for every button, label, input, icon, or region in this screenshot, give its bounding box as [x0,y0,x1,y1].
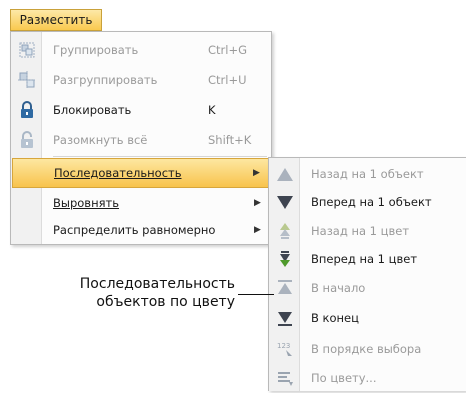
shortcut-label: Shift+K [208,133,252,147]
move-back-one-color-icon [270,216,300,246]
shortcut-label: Ctrl+G [208,43,248,57]
align-icon-slot [12,188,42,218]
arrange-menu-button[interactable]: Разместить [10,9,102,31]
submenu-item-label: В начало [311,281,366,295]
move-to-start-icon [270,273,300,303]
callout-annotation: Последовательность объектов по цвету [30,275,235,311]
menu-item-ungroup[interactable]: Разгруппировать Ctrl+U [12,65,270,95]
submenu-item-to-start[interactable]: В начало [270,273,465,303]
callout-pointer-line [238,294,274,295]
submenu-item-label: В конец [311,311,359,325]
submenu-item-back-one-object[interactable]: Назад на 1 объект [270,159,465,189]
submenu-arrow-icon: ▶ [253,168,260,178]
submenu-item-selection-order[interactable]: 123 В порядке выбора [270,334,465,364]
sequence-icon-slot [13,158,43,188]
submenu-item-label: Вперед на 1 объект [311,195,432,209]
menu-item-label: Выровнять [53,196,119,210]
move-forward-one-object-icon [270,187,300,217]
shortcut-label: Ctrl+U [208,73,247,87]
submenu-item-label: Вперед на 1 цвет [311,252,418,266]
menu-item-label: Разгруппировать [53,73,158,87]
menu-separator [53,156,267,157]
menu-item-align[interactable]: Выровнять ▶ [12,188,270,218]
ungroup-icon [12,65,42,95]
submenu-item-label: Назад на 1 цвет [311,224,410,238]
menu-item-label: Последовательность [54,166,182,180]
by-color-icon [270,363,300,393]
submenu-item-label: Назад на 1 объект [311,167,424,181]
menu-item-distribute[interactable]: Распределить равномерно ▶ [12,215,270,245]
callout-line-1: Последовательность [79,276,235,292]
menu-item-sequence[interactable]: Последовательность ▶ [12,158,270,188]
arrange-dropdown-menu: Группировать Ctrl+G Разгруппировать Ctrl… [10,31,272,245]
submenu-item-to-end[interactable]: В конец [270,303,465,333]
submenu-item-label: По цвету... [311,371,377,385]
submenu-item-label: В порядке выбора [311,342,422,356]
arrange-menu-label: Разместить [19,13,93,27]
lock-icon [12,95,42,125]
unlock-icon [12,125,42,155]
shortcut-label: K [208,103,216,117]
menu-item-lock[interactable]: Блокировать K [12,95,270,125]
menu-item-label: Блокировать [53,103,132,117]
distribute-icon-slot [12,215,42,245]
menu-item-label: Группировать [53,43,139,57]
submenu-item-forward-one-object[interactable]: Вперед на 1 объект [270,187,465,217]
sequence-submenu: Назад на 1 объект Вперед на 1 объект Наз… [268,157,466,391]
submenu-item-back-one-color[interactable]: Назад на 1 цвет [270,216,465,246]
menu-item-label: Распределить равномерно [53,223,216,237]
menu-item-label: Разомкнуть всё [53,133,148,147]
menu-item-unlock-all[interactable]: Разомкнуть всё Shift+K [12,125,270,155]
move-to-end-icon [270,303,300,333]
group-icon [12,35,42,65]
submenu-item-by-color[interactable]: По цвету... [270,363,465,393]
callout-line-2: объектов по цвету [96,294,235,310]
svg-text:123: 123 [277,342,290,350]
submenu-item-forward-one-color[interactable]: Вперед на 1 цвет [270,244,465,274]
selection-order-icon: 123 [270,334,300,364]
menu-item-group[interactable]: Группировать Ctrl+G [12,35,270,65]
move-back-one-object-icon [270,159,300,189]
move-forward-one-color-icon [270,244,300,274]
